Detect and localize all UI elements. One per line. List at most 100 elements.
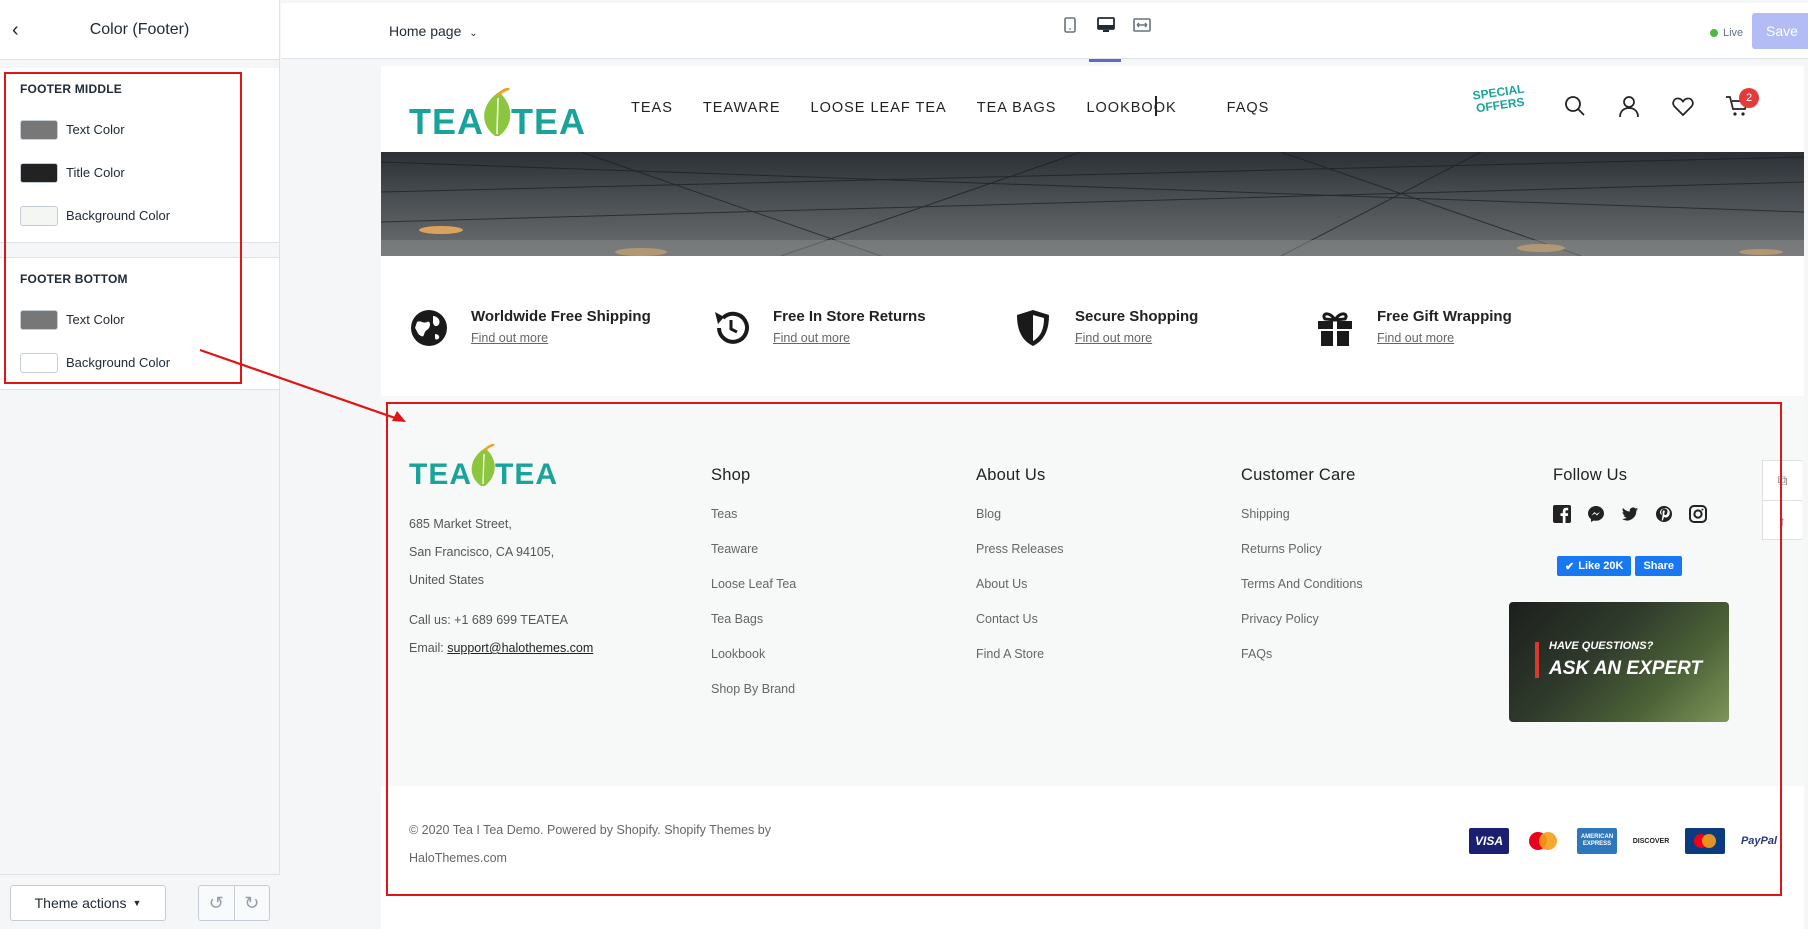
maestro-icon [1685,828,1725,854]
facebook-icon[interactable] [1553,505,1573,525]
footer-logo[interactable]: TEA TEA [409,443,569,491]
service-title: Secure Shopping [1075,308,1199,325]
footer-link[interactable]: Terms And Conditions [1241,577,1363,612]
nav-loose-leaf-tea[interactable]: LOOSE LEAF TEA [811,100,947,116]
save-button[interactable]: Save [1752,13,1808,49]
fb-share-button[interactable]: Share [1635,556,1683,576]
footer-link[interactable]: Press Releases [976,542,1064,577]
nav-tea-bags[interactable]: TEA BAGS [977,100,1057,116]
color-swatch[interactable] [20,205,58,226]
footer-link[interactable]: Lookbook [711,647,796,682]
nav-teaware[interactable]: TEAWARE [703,100,781,116]
thumbs-up-icon: ✔ [1565,560,1575,573]
color-swatch[interactable] [20,309,58,330]
footer-link[interactable]: Find A Store [976,647,1064,682]
find-out-more-link[interactable]: Find out more [773,331,926,345]
footer-middle-title-color[interactable]: Title Color [20,151,259,194]
footer-col-title: Follow Us [1553,466,1628,484]
service-title: Free In Store Returns [773,308,926,325]
twitter-icon[interactable] [1621,505,1641,525]
redo-icon[interactable]: ↻ [235,886,270,920]
page-selector[interactable]: Home page ⌄ [389,23,478,39]
service-free-returns[interactable]: Free In Store Returns Find out more [711,308,926,350]
service-title: Worldwide Free Shipping [471,308,651,325]
footer-bottom: © 2020 Tea I Tea Demo. Powered by Shopif… [381,786,1804,929]
color-label: Text Color [66,122,125,137]
instagram-icon[interactable] [1689,505,1709,525]
service-secure-shopping[interactable]: Secure Shopping Find out more [1013,308,1198,350]
account-icon[interactable] [1617,94,1643,120]
footer-link[interactable]: About Us [976,577,1064,612]
footer-link[interactable]: Shipping [1241,507,1363,542]
floating-tools: ⧉ ↑ [1762,460,1802,540]
address-line: United States [409,573,485,587]
footer-link[interactable]: FAQs [1241,647,1363,682]
paypal-icon: PayPal [1739,828,1779,854]
back-arrow-icon[interactable]: ‹ [12,20,32,40]
live-status-dot [1710,29,1718,37]
discover-icon: DISCOVER [1631,828,1671,854]
undo-icon[interactable]: ↺ [199,886,235,920]
footer-link[interactable]: Contact Us [976,612,1064,647]
address-line: 685 Market Street, [409,517,512,531]
nav-lookbook[interactable]: LOOKBOOK [1086,100,1176,116]
find-out-more-link[interactable]: Find out more [1377,331,1512,345]
fullscreen-view-icon[interactable] [1131,17,1153,43]
visa-icon: VISA [1469,828,1509,854]
footer-middle-section: FOOTER MIDDLE Text Color Title Color Bac… [0,68,279,243]
messenger-icon[interactable] [1587,505,1607,525]
footer-link[interactable]: Shop By Brand [711,682,796,717]
wishlist-heart-icon[interactable] [1671,94,1697,120]
footer-link[interactable]: Teas [711,507,796,542]
scroll-top-arrow-icon[interactable]: ↑ [1763,501,1802,541]
compare-icon[interactable]: ⧉ [1763,461,1802,501]
footer-bottom-text-color[interactable]: Text Color [20,298,259,341]
search-icon[interactable] [1563,94,1589,120]
footer-link[interactable]: Returns Policy [1241,542,1363,577]
theme-actions-button[interactable]: Theme actions ▼ [10,885,166,921]
store-header: TEA TEA TEAS TEAWARE LOOSE LEAF TEA TEA … [381,66,1804,152]
store-preview: TEA TEA TEAS TEAWARE LOOSE LEAF TEA TEA … [381,66,1804,929]
store-logo[interactable]: TEA TEA [409,86,599,142]
footer-link[interactable]: Loose Leaf Tea [711,577,796,612]
service-gift-wrapping[interactable]: Free Gift Wrapping Find out more [1315,308,1512,350]
ask-expert-banner[interactable]: HAVE QUESTIONS? ASK AN EXPERT [1509,602,1729,722]
undo-redo-group: ↺ ↻ [198,885,270,921]
footer-bottom-bg-color[interactable]: Background Color [20,341,259,384]
cart-count-badge: 2 [1739,88,1759,108]
store-address: 685 Market Street, San Francisco, CA 941… [409,510,554,594]
globe-icon [409,308,451,350]
desktop-view-icon[interactable] [1089,17,1121,62]
email-label: Email: [409,641,448,655]
gift-icon [1315,308,1357,350]
footer-link[interactable]: Blog [976,507,1064,542]
store-contact: Call us: +1 689 699 TEATEA Email: suppor… [409,606,593,662]
color-swatch[interactable] [20,119,58,140]
find-out-more-link[interactable]: Find out more [1075,331,1198,345]
footer-col-about: About Us Blog Press Releases About Us Co… [976,466,1064,682]
find-out-more-link[interactable]: Find out more [471,331,651,345]
cart-icon[interactable]: 2 [1725,88,1759,120]
pinterest-icon[interactable] [1655,505,1675,525]
sidebar-title: Color (Footer) [89,20,190,38]
color-swatch[interactable] [20,352,58,373]
payment-methods: VISA AMERICAN EXPRESS DISCOVER PayPal [1469,828,1779,854]
footer-middle-text-color[interactable]: Text Color [20,108,259,151]
copyright-text: © 2020 Tea I Tea Demo. Powered by Shopif… [409,823,771,865]
footer-link[interactable]: Tea Bags [711,612,796,647]
chevron-down-icon: ⌄ [469,28,478,39]
footer-middle-bg-color[interactable]: Background Color [20,194,259,237]
mobile-view-icon[interactable] [1059,17,1081,43]
footer-link[interactable]: Teaware [711,542,796,577]
svg-text:TEA: TEA [409,101,484,140]
fb-like-button[interactable]: ✔ Like 20K [1557,556,1632,576]
nav-faqs[interactable]: FAQS [1227,100,1270,116]
footer-link[interactable]: Privacy Policy [1241,612,1363,647]
expert-accent-bar [1535,642,1539,678]
service-worldwide-shipping[interactable]: Worldwide Free Shipping Find out more [409,308,651,350]
special-offers-badge[interactable]: SPECIAL OFFERS [1458,81,1544,140]
svg-text:TEA: TEA [495,458,558,488]
color-swatch[interactable] [20,162,58,183]
email-link[interactable]: support@halothemes.com [447,641,593,655]
nav-teas[interactable]: TEAS [631,100,673,116]
